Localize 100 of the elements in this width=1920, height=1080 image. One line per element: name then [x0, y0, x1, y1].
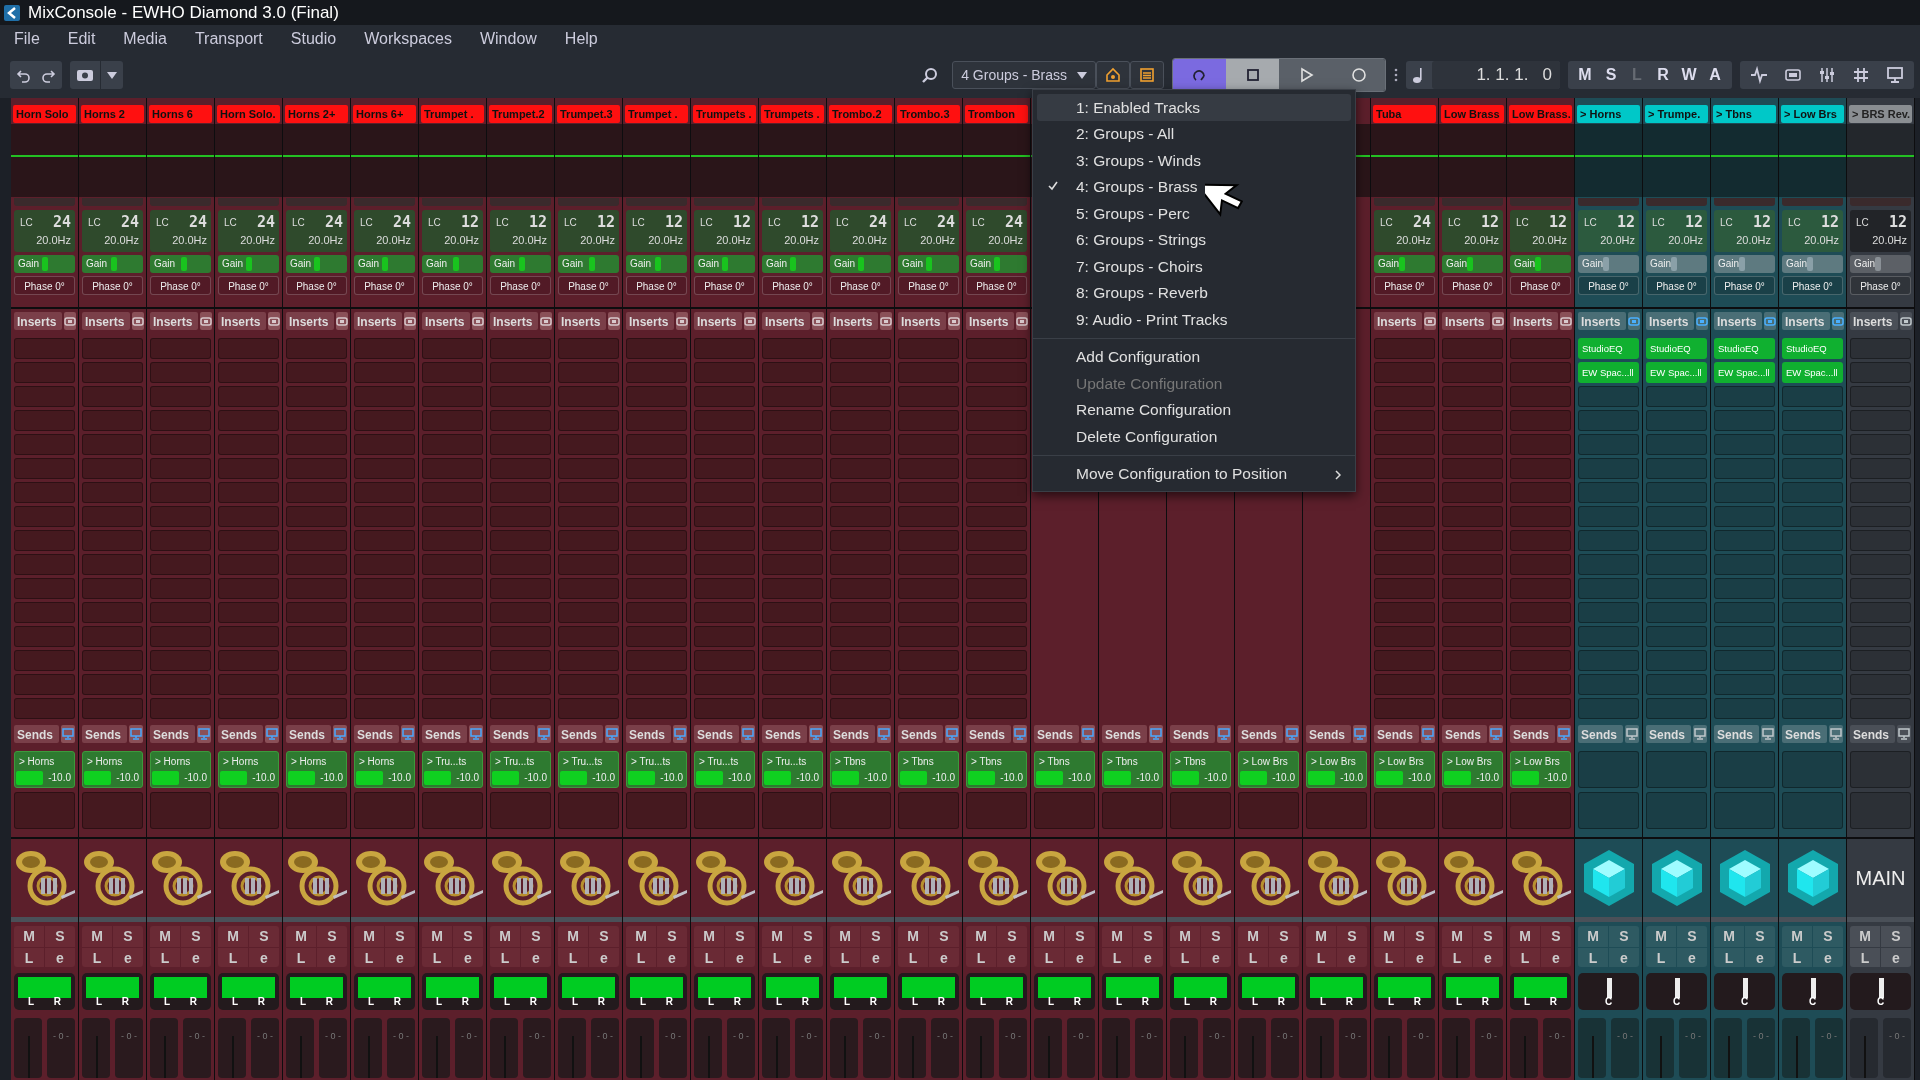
empty-insert-slot[interactable]	[422, 554, 483, 575]
global-toggle-button[interactable]: R	[1650, 63, 1676, 87]
menu-item[interactable]: 3: Groups - Winds	[1037, 147, 1351, 174]
edit-button[interactable]: e	[1269, 948, 1299, 967]
empty-send-slot[interactable]	[286, 792, 347, 829]
bypass-toggle[interactable]	[472, 312, 485, 330]
mute-button[interactable]: M	[1782, 926, 1812, 947]
empty-insert-slot[interactable]	[1510, 554, 1571, 575]
empty-insert-slot[interactable]	[218, 410, 279, 431]
gain-slider[interactable]: Gain	[830, 255, 891, 273]
edit-button[interactable]: e	[997, 948, 1027, 967]
panner[interactable]: C	[1578, 973, 1639, 1010]
phase-button[interactable]: Phase 0°	[218, 276, 279, 295]
mute-button[interactable]: M	[1034, 926, 1064, 947]
empty-insert-slot[interactable]	[286, 698, 347, 719]
slider-thumb[interactable]	[1671, 257, 1678, 271]
empty-insert-slot[interactable]	[1374, 362, 1435, 383]
empty-insert-slot[interactable]	[1714, 410, 1775, 431]
empty-insert-slot[interactable]	[218, 626, 279, 647]
empty-insert-slot[interactable]	[150, 362, 211, 383]
solo-button[interactable]: S	[1881, 926, 1911, 947]
global-toggle-button[interactable]: M	[1572, 63, 1598, 87]
empty-insert-slot[interactable]	[1714, 674, 1775, 695]
inserts-button[interactable]: Inserts	[1510, 312, 1559, 330]
channel-name[interactable]: > Low Brs	[1781, 105, 1844, 123]
solo-button[interactable]: S	[1609, 926, 1639, 947]
empty-insert-slot[interactable]	[218, 530, 279, 551]
drag-handle-icon[interactable]	[1394, 67, 1398, 83]
menu-item[interactable]: Edit	[53, 25, 110, 52]
channel-name[interactable]: Tuba	[1373, 105, 1436, 123]
empty-insert-slot[interactable]	[898, 362, 959, 383]
empty-send-slot[interactable]	[1510, 792, 1571, 829]
empty-insert-slot[interactable]	[626, 434, 687, 455]
gain-slider[interactable]: Gain	[14, 255, 75, 273]
empty-send-slot[interactable]	[1374, 792, 1435, 829]
empty-insert-slot[interactable]	[966, 482, 1027, 503]
inserts-button[interactable]: Inserts	[966, 312, 1015, 330]
empty-insert-slot[interactable]	[150, 386, 211, 407]
channel-name[interactable]: > BRS Rev.	[1849, 105, 1912, 123]
panner[interactable]: L R	[14, 973, 75, 1010]
resize-handle[interactable]	[1439, 917, 1506, 922]
empty-insert-slot[interactable]	[286, 674, 347, 695]
empty-send-slot[interactable]	[1646, 751, 1707, 788]
empty-insert-slot[interactable]	[1510, 482, 1571, 503]
global-toggle-button[interactable]: A	[1702, 63, 1728, 87]
empty-insert-slot[interactable]	[762, 578, 823, 599]
edit-button[interactable]: e	[725, 948, 755, 967]
empty-insert-slot[interactable]	[966, 434, 1027, 455]
bypass-toggle[interactable]	[812, 312, 825, 330]
phase-button[interactable]: Phase 0°	[14, 276, 75, 295]
empty-insert-slot[interactable]	[1578, 626, 1639, 647]
empty-insert-slot[interactable]	[1578, 698, 1639, 719]
slider-thumb[interactable]	[722, 257, 728, 271]
panner[interactable]: L R	[1238, 973, 1299, 1010]
empty-insert-slot[interactable]	[150, 410, 211, 431]
empty-insert-slot[interactable]	[762, 482, 823, 503]
sends-toggle[interactable]	[1489, 725, 1503, 743]
low-cut-filter[interactable]: LC 12 20.0Hz	[490, 210, 551, 252]
bypass-toggle[interactable]	[744, 312, 757, 330]
gain-slider[interactable]: Gain	[694, 255, 755, 273]
menu-item[interactable]: File	[0, 25, 54, 52]
empty-insert-slot[interactable]	[558, 362, 619, 383]
resize-handle[interactable]	[623, 917, 690, 922]
empty-insert-slot[interactable]	[1442, 506, 1503, 527]
empty-insert-slot[interactable]	[286, 458, 347, 479]
empty-insert-slot[interactable]	[1374, 626, 1435, 647]
empty-insert-slot[interactable]	[762, 698, 823, 719]
menu-item[interactable]: 6: Groups - Strings	[1037, 226, 1351, 253]
low-cut-filter[interactable]: LC 24 20.0Hz	[218, 210, 279, 252]
empty-insert-slot[interactable]	[82, 578, 143, 599]
inserts-button[interactable]: Inserts	[1782, 312, 1831, 330]
empty-insert-slot[interactable]	[1374, 578, 1435, 599]
empty-insert-slot[interactable]	[490, 410, 551, 431]
empty-insert-slot[interactable]	[82, 698, 143, 719]
gain-slider[interactable]: Gain	[966, 255, 1027, 273]
listen-button[interactable]: L	[1102, 948, 1132, 967]
phase-button[interactable]: Phase 0°	[490, 276, 551, 295]
empty-insert-slot[interactable]	[558, 530, 619, 551]
empty-send-slot[interactable]	[1714, 792, 1775, 829]
send-level-bar[interactable]	[16, 771, 43, 785]
edit-button[interactable]: e	[1881, 948, 1911, 967]
empty-insert-slot[interactable]	[966, 386, 1027, 407]
empty-insert-slot[interactable]	[1714, 554, 1775, 575]
empty-send-slot[interactable]	[14, 792, 75, 829]
volume-fader[interactable]	[490, 1018, 518, 1078]
sends-button[interactable]: Sends	[966, 725, 1011, 743]
empty-send-slot[interactable]	[218, 792, 279, 829]
sends-toggle[interactable]	[1081, 725, 1095, 743]
empty-insert-slot[interactable]	[626, 410, 687, 431]
empty-insert-slot[interactable]	[82, 386, 143, 407]
empty-insert-slot[interactable]	[1850, 698, 1911, 719]
listen-button[interactable]: L	[1442, 948, 1472, 967]
channel-name[interactable]: Horn Solo.	[217, 105, 280, 123]
empty-insert-slot[interactable]	[1578, 386, 1639, 407]
solo-button[interactable]: S	[521, 926, 551, 947]
sends-toggle[interactable]	[673, 725, 687, 743]
empty-insert-slot[interactable]	[490, 482, 551, 503]
phase-button[interactable]: Phase 0°	[1578, 276, 1639, 295]
empty-insert-slot[interactable]	[354, 482, 415, 503]
panner[interactable]: C	[1646, 973, 1707, 1010]
